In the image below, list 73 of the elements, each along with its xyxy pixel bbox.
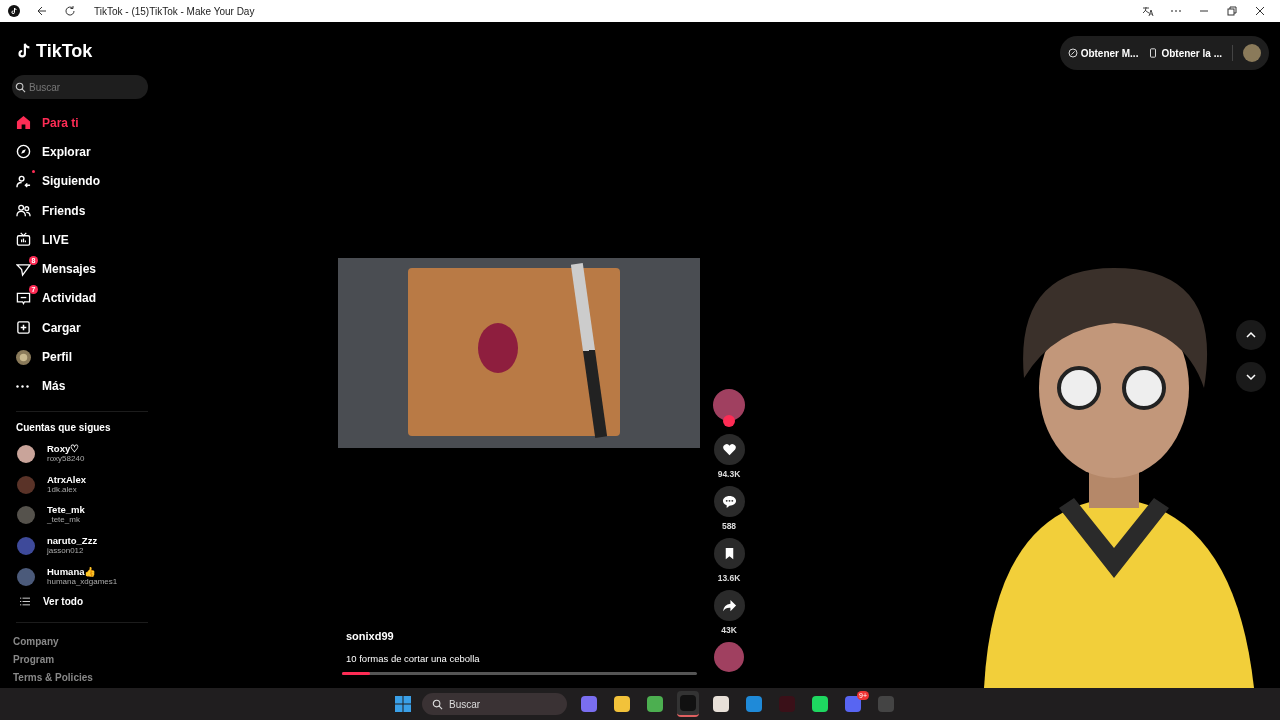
action-count: 94.3K: [717, 468, 741, 481]
footer-link[interactable]: Program: [12, 650, 55, 669]
people-icon: [16, 203, 31, 219]
footer-link[interactable]: Terms & Policies: [12, 668, 93, 687]
nav-item[interactable]: Para ti: [12, 108, 136, 138]
search-field[interactable]: Buscar: [12, 75, 148, 99]
action-button[interactable]: [713, 434, 745, 465]
music-disc-avatar[interactable]: [714, 642, 744, 672]
account-name[interactable]: naruto_Zzz: [47, 536, 98, 547]
nav-item[interactable]: LIVE: [12, 225, 136, 255]
action-button[interactable]: [713, 486, 745, 517]
avatar[interactable]: [17, 445, 35, 464]
tiktok-logo-icon: [8, 5, 20, 17]
video-author[interactable]: sonixd99: [346, 630, 394, 646]
account-handle: roxy58240: [47, 454, 85, 465]
tiktok-logo[interactable]: TikTok: [15, 40, 99, 62]
account-handle: 1dk.alex: [47, 484, 78, 495]
avatar-icon: [16, 349, 31, 365]
nav-item[interactable]: Perfil: [12, 342, 136, 372]
header-action-button[interactable]: Obtener la ...: [1148, 47, 1222, 59]
account-handle: _tete_mk: [47, 515, 81, 526]
footer-link[interactable]: Company: [12, 632, 59, 651]
translate-icon[interactable]: [1142, 5, 1154, 17]
taskbar-search-field[interactable]: Buscar: [422, 693, 567, 715]
heart-icon: [721, 442, 737, 457]
nav-item[interactable]: Explorar: [12, 137, 136, 167]
search-icon: [15, 81, 26, 93]
previous-video-button[interactable]: [1236, 320, 1266, 350]
back-icon[interactable]: [36, 5, 48, 17]
reload-icon[interactable]: [64, 5, 76, 17]
nav-item[interactable]: Siguiendo: [12, 166, 136, 196]
more-icon: [16, 384, 29, 388]
next-video-button[interactable]: [1236, 362, 1266, 392]
account-name[interactable]: AtrxAlex: [47, 474, 87, 485]
start-icon[interactable]: [395, 696, 411, 712]
account-name[interactable]: Humana👍: [47, 566, 118, 577]
speech-bubble-icon: [721, 494, 737, 509]
coin-icon: [1067, 48, 1078, 58]
person-arrow-icon: [16, 173, 31, 189]
nav-item[interactable]: Más: [12, 371, 136, 401]
paper-plane-icon: [16, 261, 31, 277]
share-arrow-icon: [721, 598, 737, 613]
chevron-down-icon: [1245, 371, 1257, 383]
nav-item[interactable]: Friends: [12, 195, 136, 226]
video-caption: 10 formas de cortar una cebolla: [346, 653, 480, 664]
video-frame[interactable]: [338, 258, 700, 448]
compass-icon: [16, 144, 31, 160]
section-heading: Cuentas que sigues: [15, 421, 111, 433]
profile-avatar[interactable]: [1243, 44, 1261, 62]
see-all-link[interactable]: Ver todo: [43, 596, 83, 608]
restore-icon[interactable]: [1226, 5, 1238, 17]
phone-icon: [1148, 48, 1159, 58]
search-icon: [432, 698, 443, 710]
list-icon: [20, 597, 30, 607]
account-handle: jasson012: [47, 546, 85, 557]
creator-avatar[interactable]: [713, 389, 745, 421]
header-action-button[interactable]: Obtener M...: [1067, 47, 1139, 59]
action-button[interactable]: [713, 538, 745, 569]
action-count: 588: [721, 520, 737, 533]
account-handle: humana_xdgames1: [47, 576, 118, 587]
nav-item[interactable]: Cargar: [12, 313, 136, 343]
taskbar-app[interactable]: [677, 691, 699, 717]
tv-icon: [16, 232, 31, 248]
window-title: TikTok - (15)TikTok - Make Your Day: [94, 5, 255, 17]
plus-square-icon: [16, 320, 31, 336]
action-button[interactable]: [713, 590, 745, 621]
action-count: 43K: [721, 624, 737, 637]
action-count: 13.6K: [717, 572, 741, 585]
account-name[interactable]: Roxy♡: [47, 444, 85, 455]
home-icon: [16, 115, 31, 131]
message-box-icon: [16, 290, 31, 306]
account-name[interactable]: Tete_mk: [47, 505, 85, 516]
close-icon[interactable]: [1254, 5, 1266, 17]
